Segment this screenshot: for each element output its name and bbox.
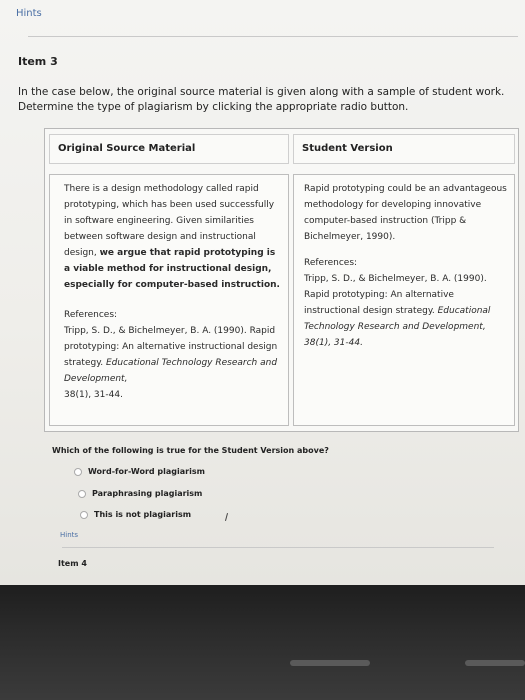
radio-paraphrasing[interactable]: [78, 489, 86, 498]
original-header: Original Source Material: [49, 134, 289, 164]
option-label: This is not plagiarism: [94, 510, 192, 519]
option-not-plagiarism[interactable]: This is not plagiarism: [80, 510, 191, 519]
references-label: References:: [304, 258, 358, 268]
option-word-for-word[interactable]: Word-for-Word plagiarism: [74, 467, 205, 476]
option-label: Paraphrasing plagiarism: [92, 489, 203, 498]
student-version-cell: Rapid prototyping could be an advantageo…: [293, 174, 515, 426]
laptop-hinge: [290, 660, 370, 666]
next-item-title: Item 4: [58, 559, 87, 568]
student-header: Student Version: [293, 134, 515, 164]
item-title: Item 3: [18, 55, 58, 68]
question-text: Which of the following is true for the S…: [52, 446, 329, 455]
original-references: References: Tripp, S. D., & Bichelmeyer,…: [64, 307, 280, 403]
radio-not-plagiarism[interactable]: [80, 510, 88, 519]
laptop-bezel: [0, 585, 525, 700]
original-source-cell: There is a design methodology called rap…: [49, 174, 289, 426]
divider: [62, 547, 494, 548]
original-text: There is a design methodology called rap…: [64, 184, 275, 258]
hints-link-top[interactable]: Hints: [16, 8, 42, 19]
option-paraphrasing[interactable]: Paraphrasing plagiarism: [78, 489, 202, 498]
instructions: In the case below, the original source m…: [18, 86, 505, 113]
page: Hints Item 3 In the case below, the orig…: [0, 0, 525, 585]
student-paragraph: Rapid prototyping could be an advantageo…: [304, 184, 507, 242]
divider: [28, 36, 518, 37]
reference-volume: 38(1), 31-44.: [304, 338, 363, 348]
laptop-hinge: [465, 660, 525, 666]
references-label: References:: [64, 310, 118, 320]
option-label: Word-for-Word plagiarism: [88, 467, 205, 476]
reference-volume: 38(1), 31-44.: [64, 390, 123, 400]
student-references: References: Tripp, S. D., & Bichelmeyer,…: [304, 255, 508, 351]
mouse-cursor: [224, 513, 229, 521]
radio-word-for-word[interactable]: [74, 467, 82, 476]
original-paragraph: There is a design methodology called rap…: [64, 181, 280, 293]
comparison-table: Original Source Material Student Version…: [44, 128, 519, 432]
hints-link-bottom[interactable]: Hints: [60, 531, 78, 539]
